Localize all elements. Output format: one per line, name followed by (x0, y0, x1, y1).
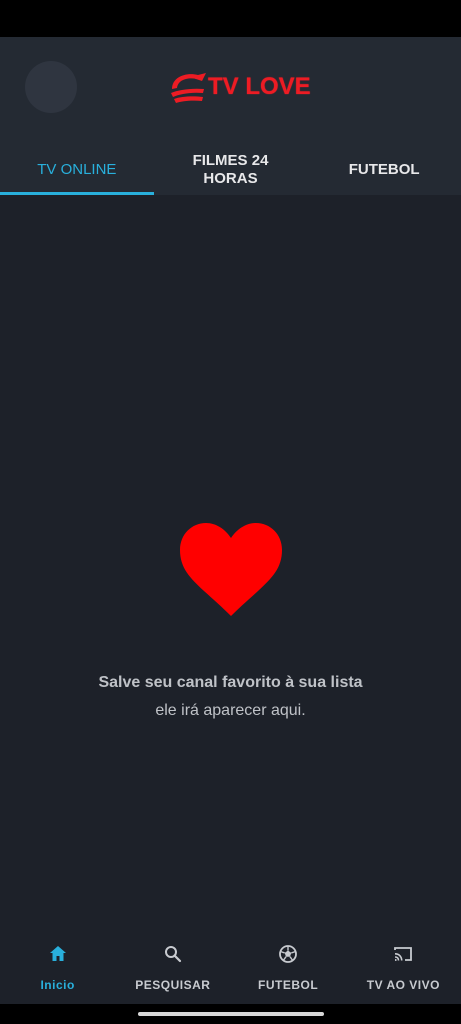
nav-item-pesquisar[interactable]: PESQUISAR (115, 932, 230, 1004)
app-logo: TV LOVE (168, 67, 311, 107)
nav-item-tv-ao-vivo[interactable]: TV AO VIVO (346, 932, 461, 1004)
status-bar (0, 0, 461, 37)
search-icon (164, 946, 181, 963)
nav-label: TV AO VIVO (366, 978, 440, 992)
bottom-navigation: Inicio PESQUISAR FUTEBOL TV AO VIVO (0, 932, 461, 1004)
top-tabs: TV ONLINE FILMES 24 HORAS FUTEBOL (0, 145, 461, 195)
tab-tv-online[interactable]: TV ONLINE (0, 145, 154, 195)
nav-item-futebol[interactable]: FUTEBOL (231, 932, 346, 1004)
heart-icon (179, 523, 282, 616)
tab-label: FILMES 24 HORAS (192, 152, 269, 187)
app-header: TV LOVE TV ONLINE FILMES 24 HORAS FUTEBO… (0, 37, 461, 195)
home-icon (49, 946, 66, 961)
nav-label: FUTEBOL (258, 978, 319, 992)
empty-favorites-state: Salve seu canal favorito à sua lista ele… (0, 520, 461, 720)
nav-label: PESQUISAR (135, 978, 211, 992)
tab-label: TV ONLINE (37, 161, 117, 178)
tab-label: FUTEBOL (348, 161, 420, 178)
avatar[interactable] (25, 61, 77, 113)
cast-icon (394, 947, 413, 961)
empty-state-title: Salve seu canal favorito à sua lista (98, 674, 363, 691)
tab-futebol[interactable]: FUTEBOL (307, 145, 461, 195)
app-screen: TV LOVE TV ONLINE FILMES 24 HORAS FUTEBO… (0, 0, 461, 1024)
home-gesture-handle[interactable] (138, 1012, 324, 1016)
tv-love-logo-mark-icon (171, 73, 206, 103)
gesture-navigation-bar (0, 1004, 461, 1024)
app-logo-text: TV LOVE (208, 73, 311, 100)
tab-filmes-24-horas[interactable]: FILMES 24 HORAS (154, 145, 308, 195)
nav-label: Inicio (40, 978, 75, 992)
soccer-ball-icon (279, 945, 298, 963)
nav-item-inicio[interactable]: Inicio (0, 932, 115, 1004)
empty-state-subtitle: ele irá aparecer aqui. (155, 702, 306, 719)
